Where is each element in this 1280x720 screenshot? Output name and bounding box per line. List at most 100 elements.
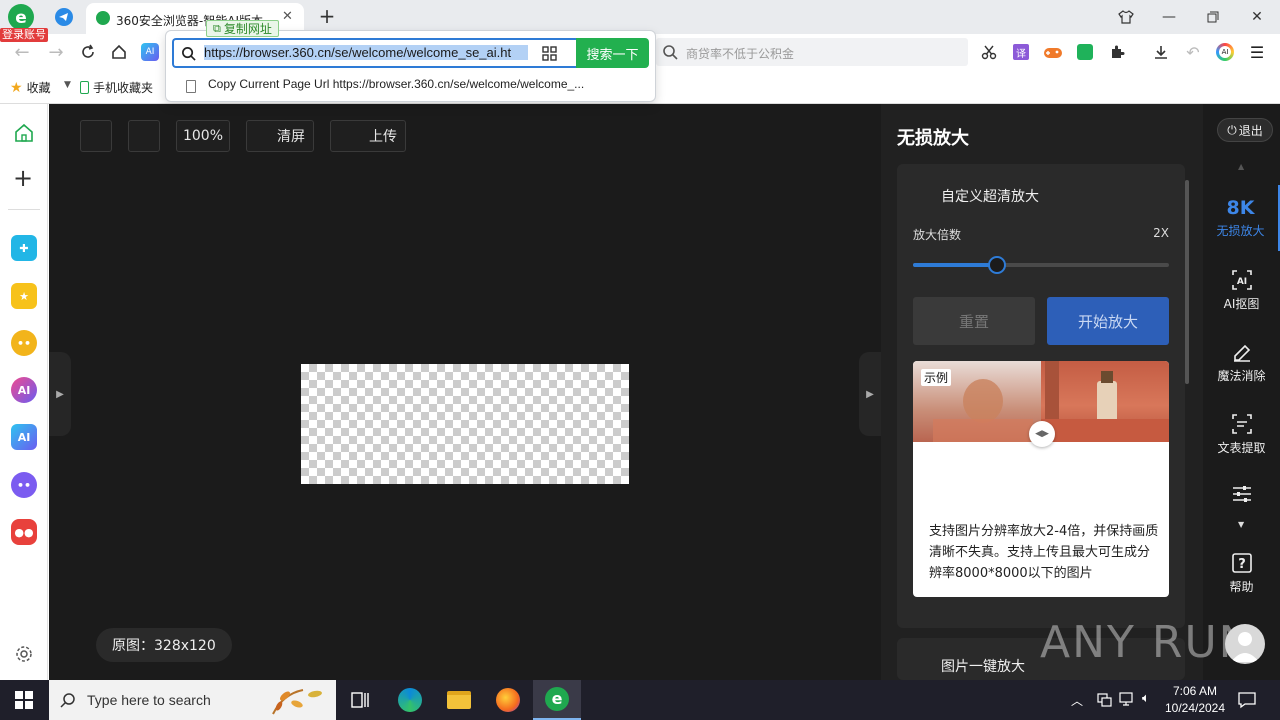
sidebar-divider (8, 209, 40, 210)
page-icon (186, 80, 196, 93)
side-search-placeholder: 商贷率不低于公积金 (686, 47, 795, 61)
power-icon: ⏻ (1227, 122, 1237, 137)
right-collapse-handle[interactable]: ▶ (859, 352, 881, 436)
undo-icon[interactable]: ↶ (1181, 40, 1205, 64)
ai-cutout-icon: AI (1231, 269, 1252, 290)
download-icon[interactable] (1149, 40, 1173, 64)
panel-scrollbar[interactable] (1185, 180, 1189, 384)
compare-handle-icon[interactable]: ◀▶ (1029, 421, 1055, 447)
sidebar-add-icon[interactable]: + (13, 166, 33, 190)
panel-title: 无损放大 (897, 128, 969, 149)
firefox-icon[interactable] (484, 680, 532, 720)
search-icon (662, 44, 678, 60)
tray-volume-icon[interactable]: 🔈︎ (1142, 691, 1150, 706)
chevron-down-icon[interactable]: ▼ (64, 80, 71, 90)
bookmark-mobile[interactable]: 手机收藏夹 (80, 79, 153, 96)
clear-button[interactable]: 清屏 (246, 120, 314, 152)
shirt-skin-icon[interactable] (1114, 5, 1138, 29)
tool-rail: ⏻ 退出 ▲ 8K 无损放大 AI AI抠图 魔法消除 文表提取 ▼ ? 帮助 (1203, 104, 1280, 680)
example-description: 支持图片分辨率放大2-4倍，并保持画质清晰不失真。支持上传且最大可生成分辨率80… (929, 524, 1159, 581)
sidebar-settings-icon[interactable] (15, 645, 33, 663)
rail-scroll-down-icon[interactable]: ▼ (1238, 520, 1244, 529)
tray-chevron-up-icon[interactable]: ︿ (1071, 692, 1083, 709)
new-tab-icon[interactable]: + (316, 5, 338, 27)
copy-url-badge[interactable]: ⧉ 复制网址 (206, 20, 279, 37)
taskbar-search-box[interactable]: Type here to search (49, 680, 336, 720)
tray-display-icon[interactable] (1119, 691, 1137, 707)
reader-icon[interactable] (1073, 40, 1097, 64)
rail-item-lossless-upscale[interactable]: 8K 无损放大 (1203, 185, 1280, 251)
rail-scroll-up-icon[interactable]: ▲ (1238, 162, 1244, 171)
minimize-icon[interactable]: — (1157, 5, 1181, 29)
url-suggestion[interactable]: Copy Current Page Url https://browser.36… (208, 77, 584, 91)
bookmark-favorites[interactable]: ★ 收藏 (10, 79, 51, 96)
reset-button[interactable]: 重置 (913, 297, 1035, 345)
start-upscale-button[interactable]: 开始放大 (1047, 297, 1169, 345)
taskbar-search-icon (60, 692, 76, 708)
sidebar-game-icon[interactable]: ●● (11, 519, 37, 545)
scale-slider-thumb[interactable] (988, 256, 1007, 274)
extensions-icon[interactable] (1105, 40, 1129, 64)
360-browser-taskbar-icon[interactable]: e (533, 680, 581, 720)
address-input[interactable]: https://browser.360.cn/se/welcome/welcom… (172, 38, 576, 68)
taskbar-clock[interactable]: 7:06 AM 10/24/2024 (1160, 683, 1230, 717)
address-search-icon (181, 46, 196, 61)
taskbar-search-placeholder: Type here to search (87, 692, 211, 708)
browser-sidebar: + ✚ ★ •• AI AI •• ●● (0, 104, 48, 680)
sidebar-ai-icon[interactable]: AI (11, 424, 37, 450)
sidebar-robot-icon[interactable]: •• (11, 330, 37, 356)
scissors-icon[interactable] (977, 40, 1001, 64)
scale-slider[interactable] (913, 256, 1169, 274)
back-icon[interactable]: ← (10, 40, 34, 64)
exit-button[interactable]: ⏻ 退出 (1217, 118, 1273, 142)
menu-icon[interactable]: ☰ (1245, 40, 1269, 64)
edge-icon[interactable] (386, 680, 434, 720)
notifications-icon[interactable] (1238, 691, 1256, 709)
editor-canvas[interactable]: 100% 清屏 上传 ▶ ▶ 原图：328x120 (49, 104, 881, 680)
ai-color-icon[interactable]: AI (1213, 40, 1237, 64)
rail-item-magic-erase[interactable]: 魔法消除 (1203, 329, 1280, 395)
qr-code-icon[interactable] (542, 46, 557, 61)
sidebar-app-1-icon[interactable]: ✚ (11, 235, 37, 261)
sidebar-home-icon[interactable] (13, 122, 35, 144)
sidebar-ai-plus-icon[interactable]: AI (11, 377, 37, 403)
ai-assistant-icon[interactable]: AI (138, 40, 162, 64)
adjustments-icon[interactable] (1231, 483, 1253, 505)
zoom-level[interactable]: 100% (176, 120, 230, 152)
sidebar-chat-bot-icon[interactable]: •• (11, 472, 37, 498)
browser-logo-icon[interactable]: e (8, 4, 34, 30)
rail-item-ai-cutout[interactable]: AI AI抠图 (1203, 257, 1280, 323)
login-badge[interactable]: 登录账号 (0, 28, 48, 42)
maximize-icon[interactable] (1201, 5, 1225, 29)
close-window-icon[interactable]: ✕ (1245, 5, 1269, 29)
scale-value: 2X (1153, 226, 1169, 240)
home-icon[interactable] (107, 40, 131, 64)
tray-network-icon[interactable] (1096, 691, 1112, 707)
autumn-leaves-icon (263, 684, 333, 716)
sidebar-star-app-icon[interactable]: ★ (11, 283, 37, 309)
tab-close-icon[interactable]: ✕ (282, 10, 296, 24)
avatar[interactable] (1225, 624, 1265, 664)
svg-text:AI: AI (1236, 277, 1246, 287)
tool-button-1[interactable] (80, 120, 112, 152)
game-controller-icon[interactable] (1041, 40, 1065, 64)
tab-bar: e 登录账号 360安全浏览器-智能AI版本 ✕ + — ✕ (0, 0, 1280, 42)
search-button[interactable]: 搜索一下 (576, 38, 649, 68)
task-view-icon[interactable] (336, 680, 384, 720)
phone-icon (80, 81, 89, 94)
windows-taskbar: Type here to search e ︿ 🔈︎ 7:06 AM 10/24… (0, 680, 1280, 720)
left-collapse-handle[interactable]: ▶ (49, 352, 71, 436)
upload-button[interactable]: 上传 (330, 120, 406, 152)
example-badge: 示例 (921, 369, 952, 386)
forward-icon[interactable]: → (44, 40, 68, 64)
side-search-box[interactable]: 商贷率不低于公积金 (656, 38, 968, 66)
rail-item-text-extract[interactable]: 文表提取 (1203, 401, 1280, 467)
reload-icon[interactable] (76, 40, 100, 64)
file-explorer-icon[interactable] (435, 680, 483, 720)
copy-icon: ⧉ (213, 21, 221, 35)
windows-start-icon[interactable] (0, 680, 48, 720)
tool-button-2[interactable] (128, 120, 160, 152)
telegram-icon[interactable] (55, 8, 73, 26)
translate-icon[interactable]: 译 (1009, 40, 1033, 64)
rail-item-help[interactable]: ? 帮助 (1203, 540, 1280, 606)
